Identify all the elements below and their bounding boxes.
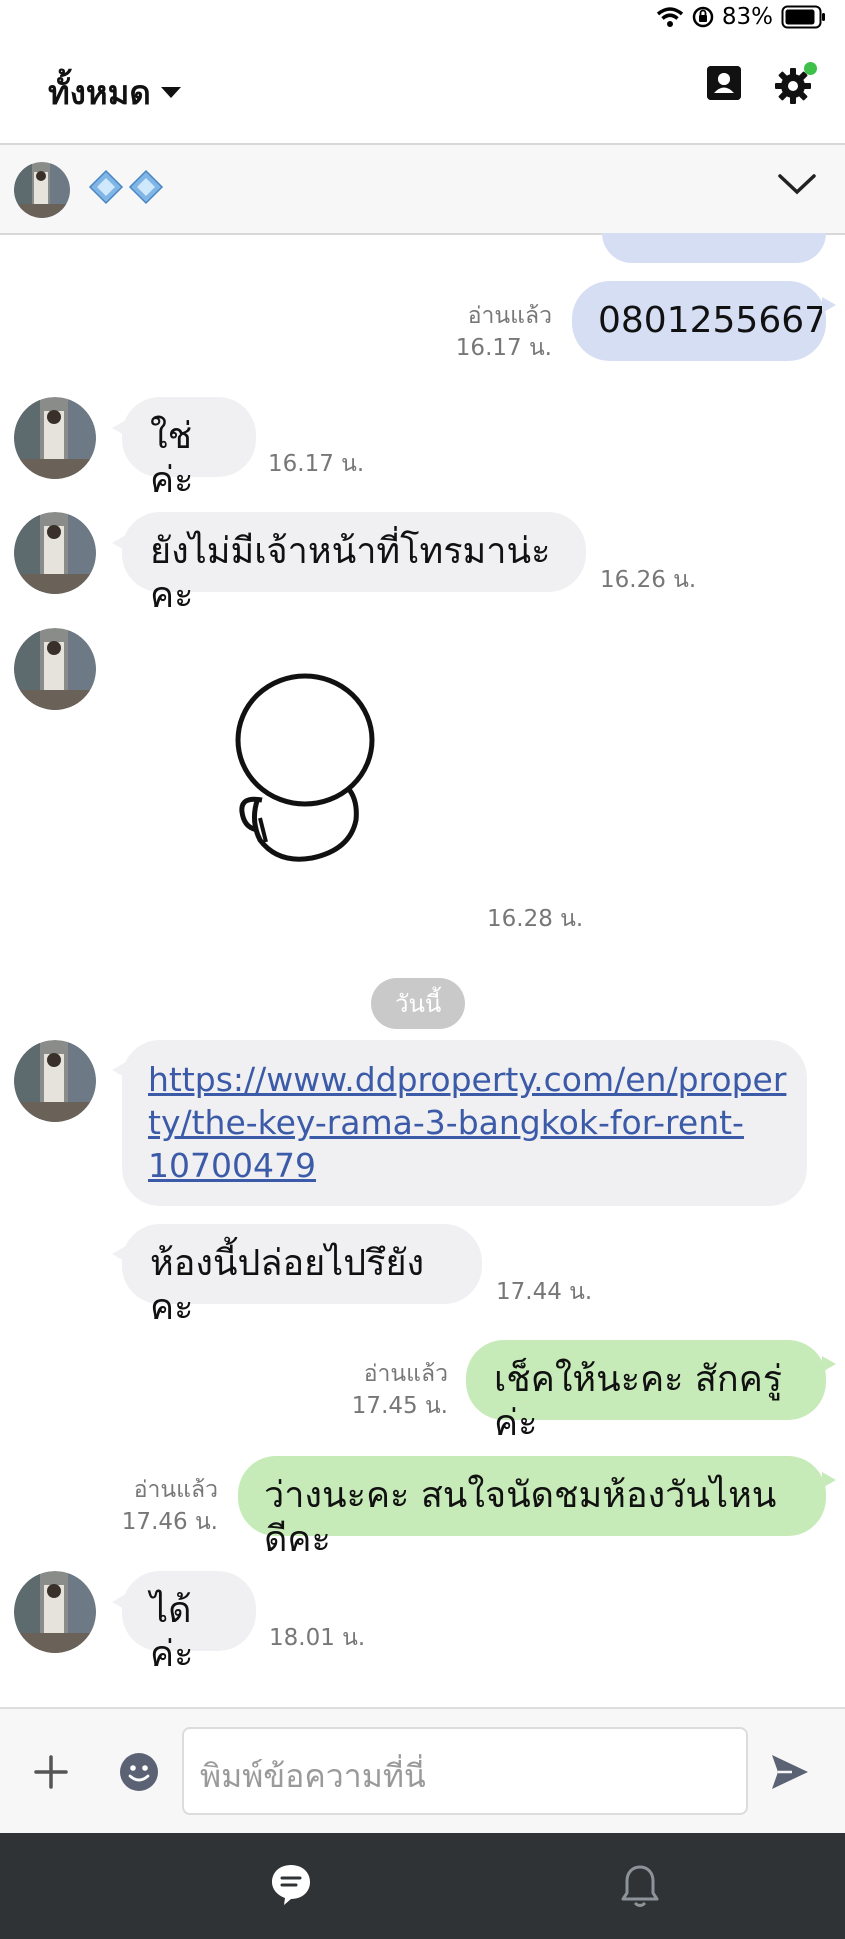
- avatar[interactable]: [14, 628, 96, 710]
- battery-percent: 83%: [721, 4, 773, 30]
- wifi-icon: [656, 7, 683, 27]
- bubble-tail: [822, 1356, 836, 1372]
- send-icon[interactable]: [770, 1753, 810, 1791]
- app-header: ทั้งหมด: [0, 38, 845, 145]
- avatar[interactable]: [14, 397, 96, 479]
- contact-name: [88, 169, 164, 205]
- message-bubble[interactable]: ได้ค่ะ: [122, 1571, 256, 1675]
- message-link[interactable]: 10700479: [148, 1144, 781, 1187]
- message-link[interactable]: https://www.ddproperty.com/en/proper: [148, 1058, 786, 1101]
- message-bubble[interactable]: 0801255667: [572, 281, 828, 361]
- settings-button[interactable]: [773, 62, 817, 106]
- contacts-icon[interactable]: [707, 66, 741, 100]
- contact-avatar[interactable]: [14, 162, 70, 218]
- plus-icon[interactable]: [34, 1755, 68, 1789]
- battery-icon: [781, 5, 825, 29]
- read-receipt: อ่านแล้ว 16.17 น.: [455, 303, 552, 361]
- message-text: ได้ค่ะ: [150, 1590, 194, 1675]
- message-text: ยังไม่มีเจ้าหน้าที่โทรมาน่ะคะ: [150, 531, 551, 616]
- bell-icon[interactable]: [620, 1863, 660, 1909]
- message-bubble[interactable]: ใช่ค่ะ: [122, 397, 256, 501]
- notification-dot: [804, 62, 817, 75]
- message-text: ห้องนี้ปล่อยไปรึยังคะ: [150, 1243, 425, 1328]
- message-bubble[interactable]: ห้องนี้ปล่อยไปรึยังคะ: [122, 1224, 482, 1328]
- filter-label: ทั้งหมด: [48, 73, 151, 112]
- message-input[interactable]: พิมพ์ข้อความที่นี่: [182, 1727, 748, 1815]
- message-link[interactable]: ty/the-key-rama-3-bangkok-for-rent-: [148, 1101, 781, 1144]
- message-bubble[interactable]: https://www.ddproperty.com/en/proper ty/…: [122, 1040, 807, 1206]
- chevron-down-icon[interactable]: [777, 171, 817, 197]
- message-text: ว่างนะคะ สนใจนัดชมห้องวันไหนดีคะ: [264, 1475, 777, 1560]
- status-bar: 83%: [0, 0, 845, 38]
- avatar[interactable]: [14, 1571, 96, 1653]
- message-composer: พิมพ์ข้อความที่นี่: [0, 1707, 845, 1835]
- message-bubble[interactable]: ว่างนะคะ สนใจนัดชมห้องวันไหนดีคะ: [238, 1456, 826, 1560]
- bottom-tab-bar: [0, 1833, 845, 1939]
- message-time: 16.17 น.: [268, 451, 365, 477]
- message-bubble[interactable]: ยังไม่มีเจ้าหน้าที่โทรมาน่ะคะ: [122, 512, 586, 616]
- day-separator: วันนี้: [371, 978, 466, 1029]
- avatar[interactable]: [14, 1040, 96, 1122]
- message-time: 16.28 น.: [487, 906, 584, 932]
- message-bubble[interactable]: เช็คให้นะคะ สักครู่ค่ะ: [466, 1340, 826, 1444]
- message-text: เช็คให้นะคะ สักครู่ค่ะ: [494, 1359, 783, 1444]
- chat-header[interactable]: [0, 145, 845, 235]
- emoji-icon[interactable]: [119, 1752, 159, 1792]
- diamond-icon: [128, 169, 164, 205]
- message-text: ใช่ค่ะ: [150, 416, 194, 501]
- diamond-icon: [88, 169, 124, 205]
- message-text: 0801255667: [598, 300, 828, 341]
- message-time: 16.26 น.: [600, 567, 697, 593]
- message-time: 18.01 น.: [269, 1625, 366, 1651]
- filter-dropdown[interactable]: ทั้งหมด: [48, 66, 181, 119]
- message-time: 17.44 น.: [496, 1279, 593, 1305]
- read-receipt: อ่านแล้ว 17.45 น.: [351, 1361, 448, 1419]
- orientation-lock-icon: [692, 6, 714, 28]
- sticker-image[interactable]: [220, 660, 390, 880]
- message-bubble-partial: [602, 233, 826, 263]
- chat-tab-icon[interactable]: [270, 1863, 312, 1907]
- read-receipt: อ่านแล้ว 17.46 น.: [121, 1477, 218, 1535]
- bubble-tail: [822, 297, 836, 313]
- bubble-tail: [822, 1472, 836, 1488]
- avatar[interactable]: [14, 512, 96, 594]
- caret-down-icon: [160, 87, 181, 98]
